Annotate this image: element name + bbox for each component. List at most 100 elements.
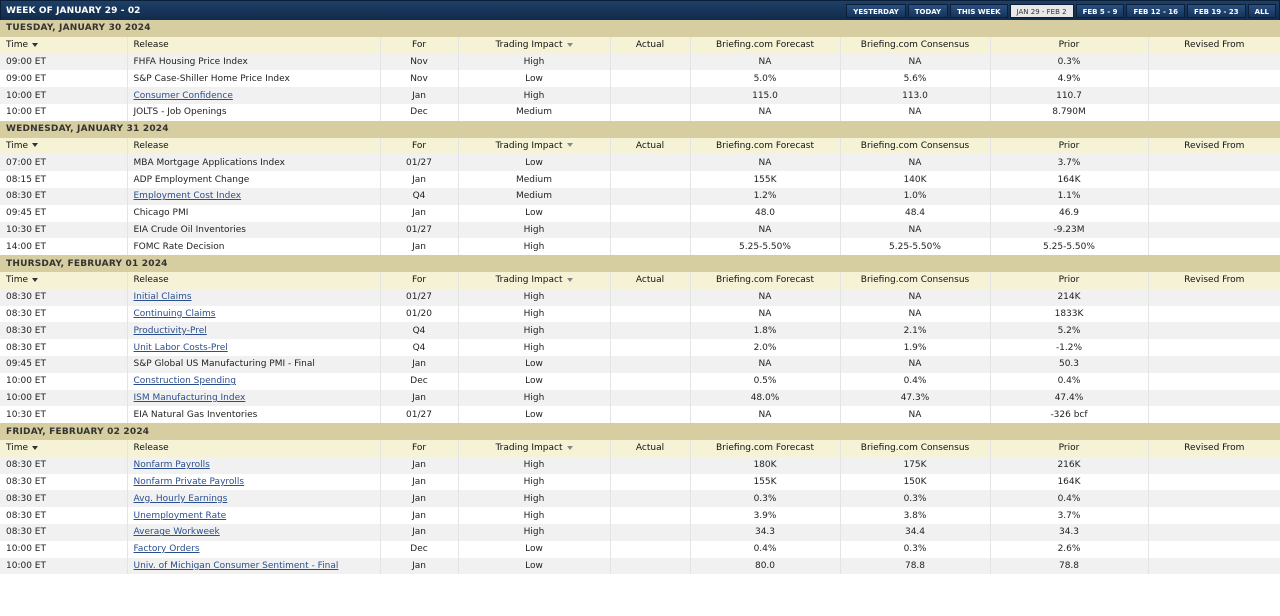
tab-yesterday[interactable]: YESTERDAY [846,4,906,18]
release-link[interactable]: Productivity-Prel [134,326,207,336]
table-row: 08:30 ET Average Workweek Jan High 34.3 34.4 3… [0,523,1280,541]
week-header-bar: WEEK OF JANUARY 29 - 02 YESTERDAY TODAY TH… [0,0,1280,22]
column-header-label: Briefing.com Consensus [860,140,970,151]
release-link[interactable]: Average Workweek [134,527,220,537]
cell-consensus: NA [839,305,990,323]
cell-release: Continuing Claims [126,305,380,323]
column-header-row: Time Release For Trading Impact Actual Briefi… [0,36,1280,54]
table-row: 08:30 ET Unemployment Rate Jan High 3.9% 3.8%… [0,507,1280,524]
column-header-impact[interactable]: Trading Impact [457,439,610,457]
column-header-time[interactable]: Time [0,137,127,155]
cell-prior: 2.6% [989,540,1148,558]
cell-for: Nov [379,53,458,71]
cell-time: 10:00 ET [0,87,127,104]
sort-arrow-icon[interactable] [566,277,573,282]
column-header-label: Briefing.com Consensus [860,443,970,454]
column-header-label: Release [133,443,169,454]
tab-feb-19-23[interactable]: FEB 19 - 23 [1187,4,1246,18]
cell-for: 01/27 [379,406,458,424]
column-header-label: Prior [1058,443,1080,454]
sort-arrow-icon[interactable] [566,143,573,148]
cell-revised [1147,540,1280,558]
cell-revised [1147,406,1280,424]
cell-consensus: 0.3% [839,490,990,508]
sort-arrow-icon[interactable] [32,277,39,282]
day-header-row: WEDNESDAY, JANUARY 31 2024 [0,120,1280,138]
week-title: WEEK OF JANUARY 29 - 02 [6,6,141,16]
tab-feb-5-9[interactable]: FEB 5 - 9 [1075,4,1125,18]
cell-forecast: 1.8% [689,322,840,340]
column-header-time[interactable]: Time [0,439,127,457]
economic-calendar-table: TUESDAY, JANUARY 30 2024 Time Release For Tr… [0,20,1280,575]
cell-time: 10:00 ET [0,540,127,558]
release-link[interactable]: Factory Orders [134,544,200,554]
cell-revised [1147,171,1280,188]
cell-for: Jan [379,557,458,575]
column-header-impact[interactable]: Trading Impact [457,137,610,155]
cell-revised [1147,204,1280,222]
tab-all[interactable]: ALL [1247,4,1276,18]
column-header-release: Release [126,137,380,155]
release-link[interactable]: Univ. of Michigan Consumer Sentiment - F… [134,561,339,571]
release-link[interactable]: Initial Claims [134,292,192,302]
release-link[interactable]: ISM Manufacturing Index [134,393,246,403]
cell-for: Q4 [379,339,458,356]
release-link[interactable]: Construction Spending [134,376,236,386]
cell-impact: Low [457,355,610,373]
column-header-time[interactable]: Time [0,36,127,54]
release-link[interactable]: Nonfarm Payrolls [134,460,210,470]
column-header-label: Revised From [1184,40,1245,51]
sort-arrow-icon[interactable] [32,143,39,148]
sort-arrow-icon[interactable] [32,445,39,450]
cell-consensus: NA [839,221,990,239]
cell-consensus: 34.4 [839,523,990,541]
cell-consensus: 113.0 [839,87,990,104]
column-header-impact[interactable]: Trading Impact [457,36,610,54]
column-header-time[interactable]: Time [0,271,127,289]
column-header-label: Briefing.com Forecast [715,275,815,286]
cell-actual [609,204,690,222]
cell-forecast: NA [689,53,840,71]
day-label: TUESDAY, JANUARY 30 2024 [0,20,1280,37]
tab-jan-29-feb-2[interactable]: JAN 29 - FEB 2 [1009,4,1074,18]
cell-revised [1147,221,1280,239]
sort-arrow-icon[interactable] [566,445,573,450]
column-header-impact[interactable]: Trading Impact [457,271,610,289]
cell-actual [609,355,690,373]
column-header-label: Revised From [1184,140,1245,151]
cell-actual [609,221,690,239]
release-link[interactable]: Consumer Confidence [134,91,233,101]
table-row: 08:30 ET Unit Labor Costs-Prel Q4 High 2.0% 1… [0,339,1280,356]
cell-revised [1147,103,1280,121]
release-link[interactable]: Unemployment Rate [134,511,227,521]
cell-release: Unemployment Rate [126,507,380,524]
day-label: THURSDAY, FEBRUARY 01 2024 [0,255,1280,272]
cell-forecast: 48.0 [689,204,840,222]
cell-revised [1147,490,1280,508]
cell-revised [1147,456,1280,474]
tab-today[interactable]: TODAY [907,4,949,18]
cell-release: FOMC Rate Decision [126,238,380,256]
cell-time: 10:00 ET [0,372,127,390]
tab-this-week[interactable]: THIS WEEK [950,4,1008,18]
cell-actual [609,154,690,172]
column-header-label: Time [6,140,29,151]
cell-time: 10:30 ET [0,221,127,239]
cell-consensus: NA [839,154,990,172]
release-link[interactable]: Nonfarm Private Payrolls [134,477,245,487]
release-link[interactable]: Employment Cost Index [134,191,242,201]
cell-release: EIA Natural Gas Inventories [126,406,380,424]
sort-arrow-icon[interactable] [566,42,573,47]
release-link[interactable]: Avg. Hourly Earnings [134,494,228,504]
cell-impact: High [457,53,610,71]
cell-impact: High [457,523,610,541]
column-header-revised: Revised From [1147,439,1280,457]
column-header-prior: Prior [989,36,1148,54]
tab-feb-12-16[interactable]: FEB 12 - 16 [1126,4,1186,18]
cell-forecast: 5.25-5.50% [689,238,840,256]
release-link[interactable]: Continuing Claims [134,309,216,319]
release-link[interactable]: Unit Labor Costs-Prel [134,343,228,353]
sort-arrow-icon[interactable] [32,42,39,47]
cell-prior: 78.8 [989,557,1148,575]
cell-actual [609,473,690,491]
